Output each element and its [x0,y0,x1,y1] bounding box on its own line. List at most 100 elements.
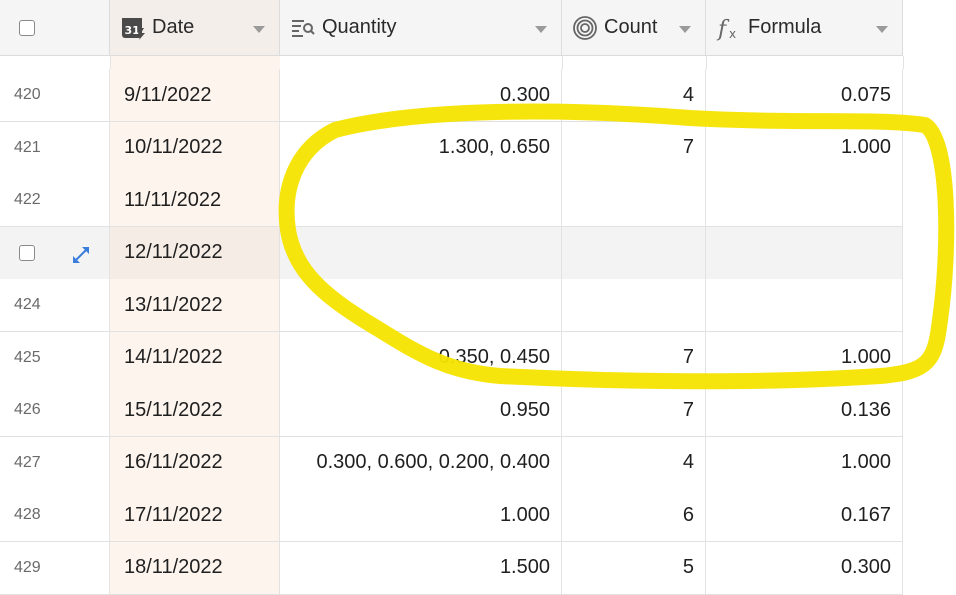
table-row[interactable]: 425 14/11/2022 0.350, 0.450 7 1.000 [0,331,903,385]
date-value: 15/11/2022 [124,398,223,421]
column-header-count[interactable]: Count [562,0,706,55]
quantity-cell[interactable] [280,174,562,226]
table-row[interactable]: 421 10/11/2022 1.300, 0.650 7 1.000 [0,121,903,175]
date-cell[interactable]: 9/11/2022 [110,69,280,121]
row-number-cell [0,226,110,279]
row-number: 421 [14,138,41,156]
row-number: 425 [14,348,41,366]
count-value: 7 [682,398,694,421]
row-number: 422 [14,191,41,208]
data-grid: 31 Date Quantity Count f x Formula 420 9… [0,0,904,595]
row-number-cell: 429 [0,541,110,594]
row-number-cell: 426 [0,384,110,436]
date-cell[interactable]: 18/11/2022 [110,541,280,594]
formula-cell[interactable]: 0.167 [706,489,903,541]
table-row[interactable]: 424 13/11/2022 [0,279,903,332]
quantity-cell[interactable]: 0.350, 0.450 [280,331,562,384]
column-header-label: Quantity [322,16,397,38]
count-value: 7 [682,346,694,368]
count-field-icon [572,15,598,41]
count-cell[interactable]: 4 [562,69,706,121]
date-cell[interactable]: 10/11/2022 [110,121,280,174]
chevron-down-icon[interactable] [679,26,691,33]
count-cell[interactable] [562,174,706,226]
quantity-cell[interactable] [280,226,562,279]
formula-cell[interactable]: 1.000 [706,121,903,174]
count-cell[interactable]: 7 [562,384,706,436]
formula-cell[interactable]: 0.075 [706,69,903,121]
row-select-checkbox[interactable] [19,244,35,261]
date-cell[interactable]: 11/11/2022 [110,174,280,226]
formula-cell[interactable]: 0.300 [706,541,903,594]
date-cell[interactable]: 14/11/2022 [110,331,280,384]
formula-cell[interactable]: 0.136 [706,384,903,436]
count-cell[interactable]: 7 [562,331,706,384]
date-cell[interactable]: 15/11/2022 [110,384,280,436]
formula-cell[interactable] [706,226,903,279]
date-value: 17/11/2022 [124,503,223,526]
row-number-cell: 421 [0,121,110,174]
date-cell[interactable]: 16/11/2022 [110,436,280,489]
formula-cell[interactable]: 1.000 [706,436,903,489]
count-cell[interactable]: 5 [562,541,706,594]
count-cell[interactable]: 6 [562,489,706,541]
quantity-cell[interactable]: 1.500 [280,541,562,594]
date-cell[interactable]: 12/11/2022 [110,226,280,279]
column-header-formula[interactable]: f x Formula [706,0,903,55]
formula-cell[interactable] [706,174,903,226]
date-field-icon: 31 [120,15,146,41]
table-row[interactable]: 422 11/11/2022 [0,174,903,227]
chevron-down-icon[interactable] [253,26,265,33]
quantity-cell[interactable]: 1.000 [280,489,562,541]
row-number: 426 [14,401,41,418]
count-cell[interactable]: 4 [562,436,706,489]
table-row[interactable]: 428 17/11/2022 1.000 6 0.167 [0,489,903,542]
select-all-checkbox[interactable] [19,19,35,36]
quantity-cell[interactable]: 0.950 [280,384,562,436]
column-header-label: Date [152,16,195,38]
formula-value: 0.136 [840,398,891,421]
count-cell[interactable] [562,226,706,279]
count-cell[interactable]: 7 [562,121,706,174]
row-number-cell: 428 [0,489,110,541]
svg-text:31: 31 [125,24,140,37]
count-value: 7 [682,136,694,158]
column-header-label: Formula [748,16,822,38]
formula-cell[interactable] [706,279,903,331]
row-number: 424 [14,296,41,313]
table-row[interactable]: 420 9/11/2022 0.300 4 0.075 [0,69,903,122]
column-header-date[interactable]: 31 Date [110,0,280,55]
count-cell[interactable] [562,279,706,331]
quantity-cell[interactable]: 0.300, 0.600, 0.200, 0.400 [280,436,562,489]
number-field-icon [290,15,316,41]
quantity-value: 1.000 [499,503,550,526]
expand-record-icon[interactable] [70,244,92,266]
svg-text:x: x [729,27,736,41]
formula-value: 0.075 [840,83,891,106]
count-value: 5 [682,556,694,578]
row-number-cell: 422 [0,174,110,226]
date-value: 16/11/2022 [124,451,223,473]
formula-cell[interactable]: 1.000 [706,331,903,384]
date-cell[interactable]: 13/11/2022 [110,279,280,331]
table-row[interactable]: 429 18/11/2022 1.500 5 0.300 [0,541,903,595]
quantity-cell[interactable]: 0.300 [280,69,562,121]
date-cell[interactable]: 17/11/2022 [110,489,280,541]
table-row[interactable]: 427 16/11/2022 0.300, 0.600, 0.200, 0.400 4… [0,436,903,490]
formula-value: 1.000 [840,346,891,368]
quantity-value: 0.350, 0.450 [438,346,550,368]
formula-value: 0.300 [840,556,891,578]
date-value: 11/11/2022 [124,188,222,211]
date-value: 9/11/2022 [124,83,212,106]
formula-value: 0.167 [840,503,891,526]
quantity-cell[interactable] [280,279,562,331]
header-select-cell [0,0,110,55]
formula-value: 1.000 [840,451,891,473]
column-header-quantity[interactable]: Quantity [280,0,562,55]
chevron-down-icon[interactable] [876,26,888,33]
quantity-cell[interactable]: 1.300, 0.650 [280,121,562,174]
table-row[interactable]: 12/11/2022 [0,226,903,280]
chevron-down-icon[interactable] [535,26,547,33]
date-value: 10/11/2022 [124,136,223,158]
table-row[interactable]: 426 15/11/2022 0.950 7 0.136 [0,384,903,437]
